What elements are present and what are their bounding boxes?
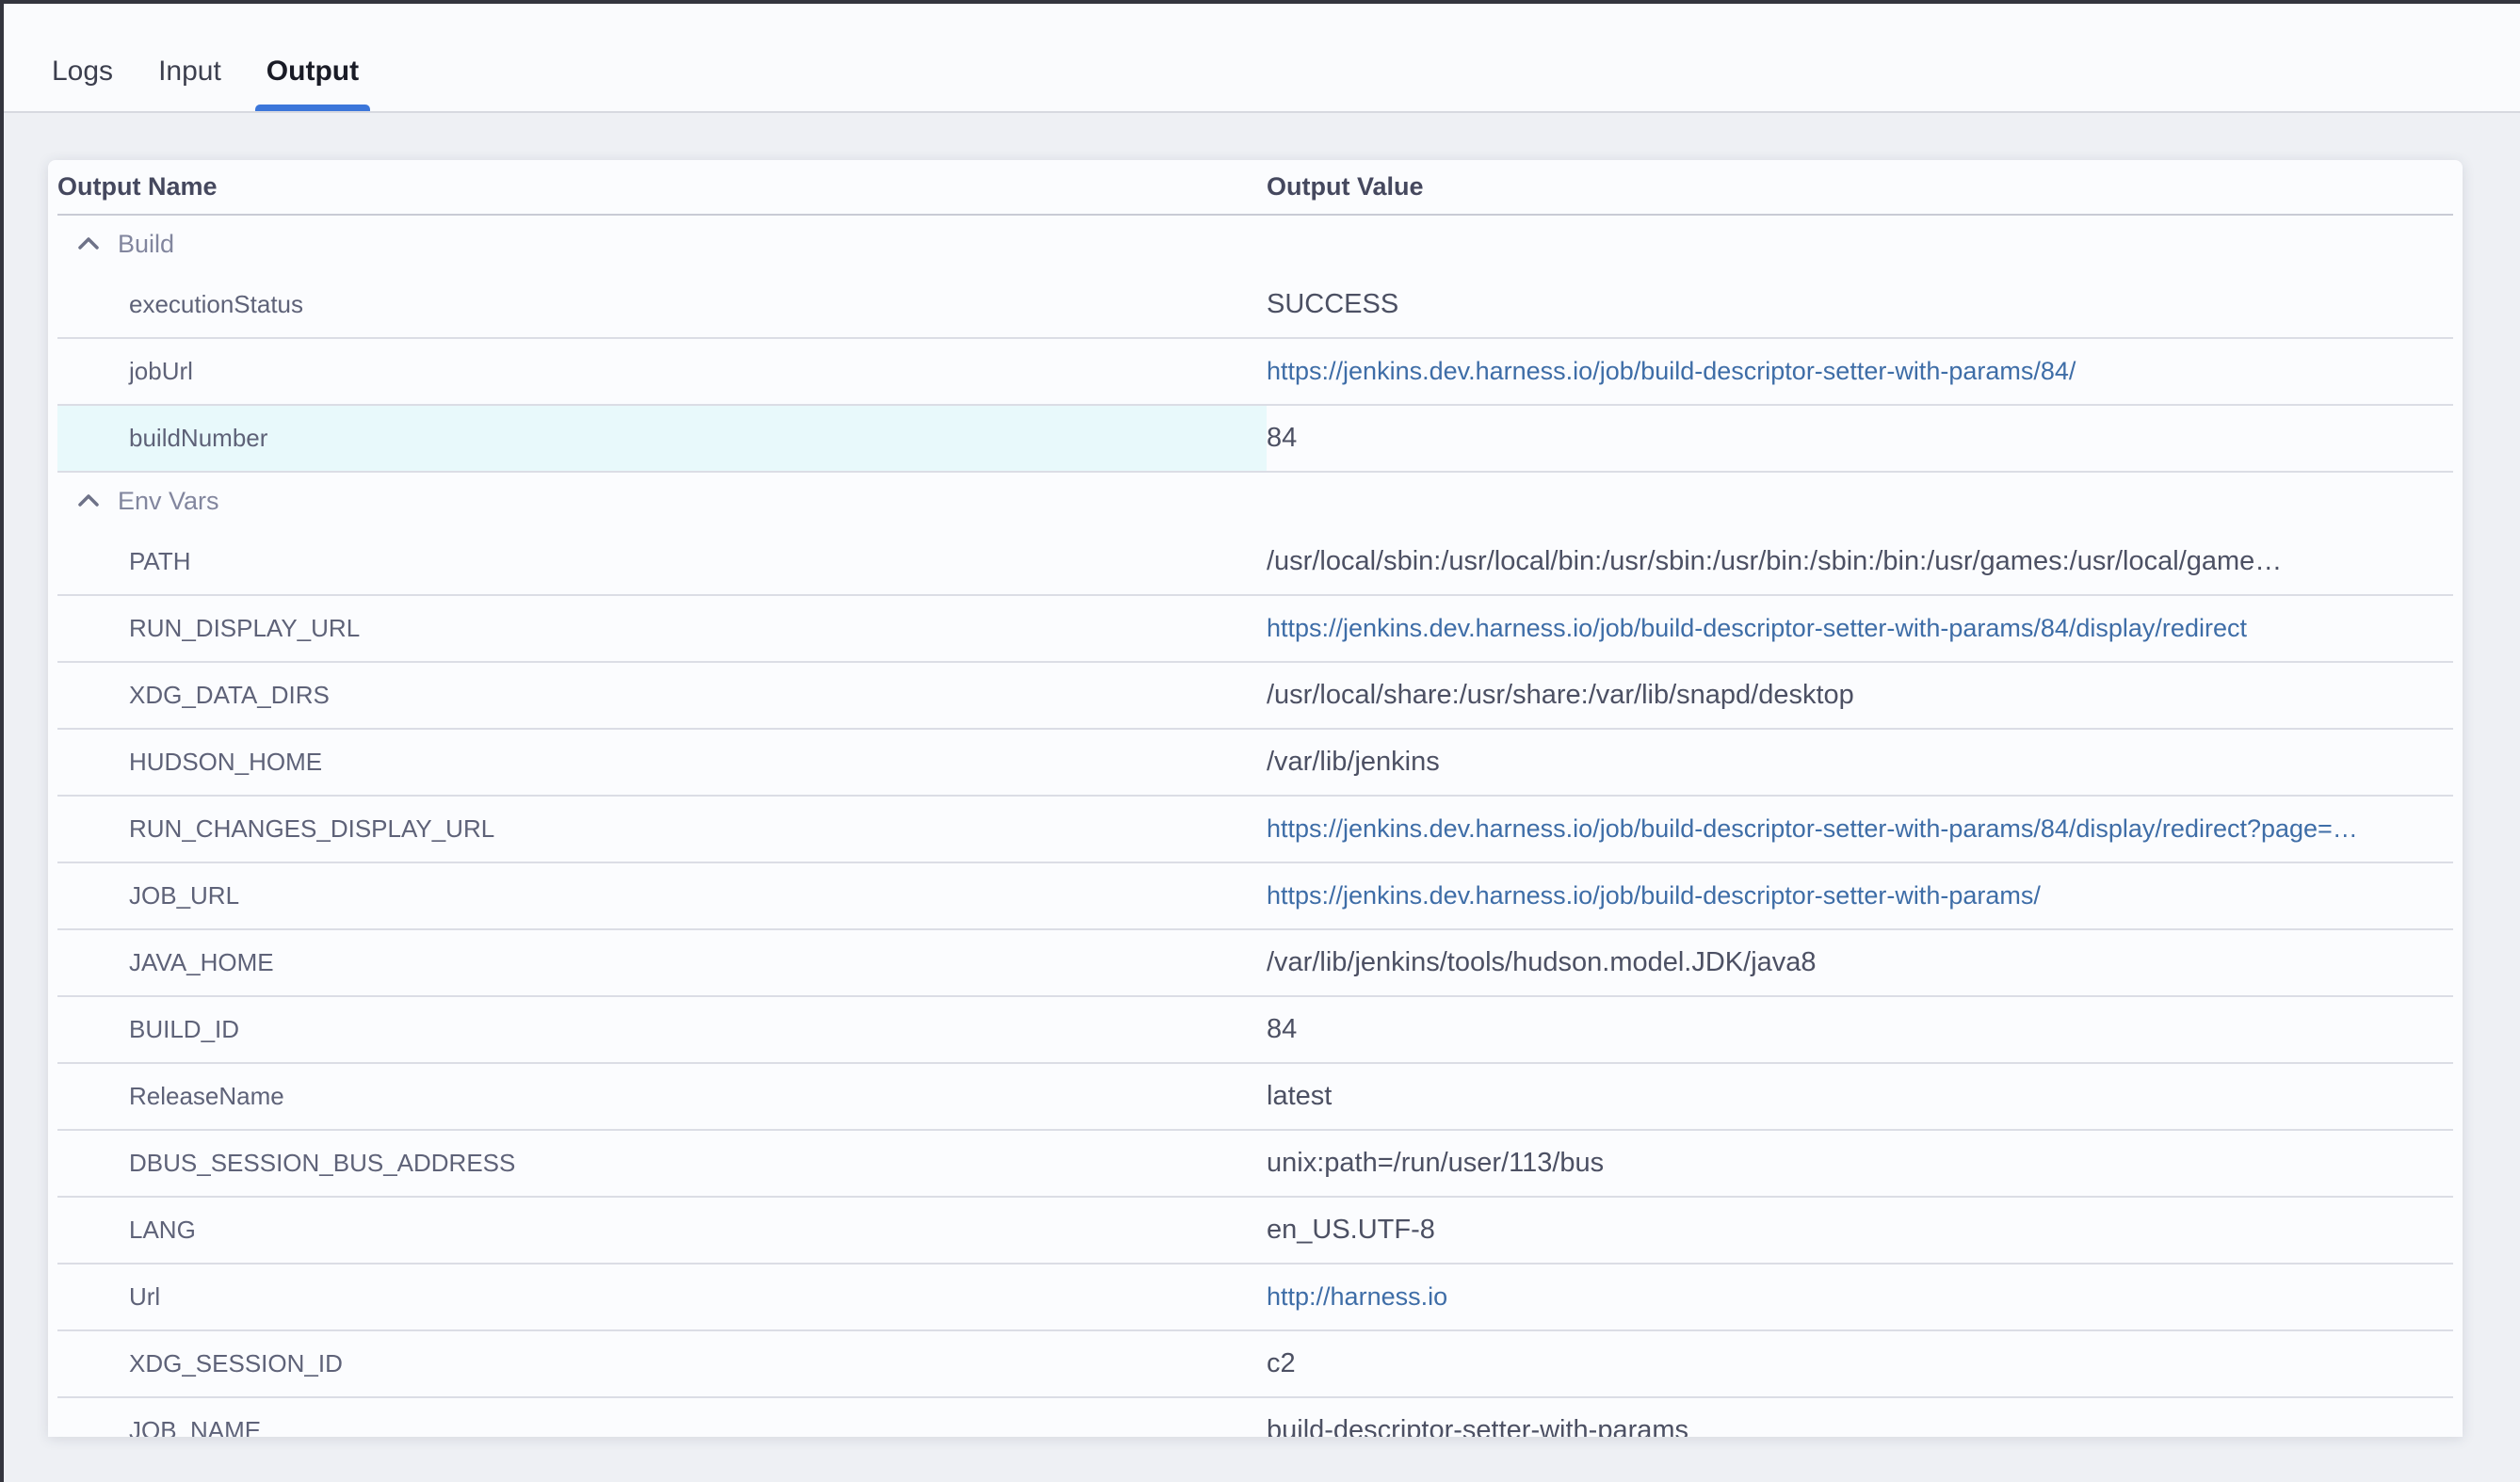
row-name: buildNumber <box>57 406 1267 471</box>
table-row: JOB_NAMEbuild-descriptor-setter-with-par… <box>57 1398 2453 1437</box>
row-name: LANG <box>57 1198 1267 1263</box>
page-root: { "colors": { "accent": "#3b76da", "link… <box>0 0 2520 1482</box>
row-name: BUILD_ID <box>57 997 1267 1062</box>
section-label: Env Vars <box>118 487 219 516</box>
table-row: JAVA_HOME/var/lib/jenkins/tools/hudson.m… <box>57 930 2453 997</box>
tab-bar: Logs Input Output <box>4 4 2520 113</box>
table-row: Urlhttp://harness.io <box>57 1265 2453 1331</box>
content-area: Output Name Output Value Build executionS… <box>4 113 2520 1437</box>
row-value: SUCCESS <box>1267 289 1398 319</box>
table-row: executionStatusSUCCESS <box>57 272 2453 339</box>
section-label: Build <box>118 230 174 259</box>
table-row: XDG_SESSION_IDc2 <box>57 1331 2453 1398</box>
row-value: en_US.UTF-8 <box>1267 1215 1435 1245</box>
tab-output-label: Output <box>267 56 359 88</box>
table-row: ReleaseNamelatest <box>57 1064 2453 1131</box>
row-value: unix:path=/run/user/113/bus <box>1267 1148 1604 1178</box>
table-row: RUN_DISPLAY_URLhttps://jenkins.dev.harne… <box>57 596 2453 663</box>
row-value: c2 <box>1267 1348 1296 1378</box>
row-value: /usr/local/sbin:/usr/local/bin:/usr/sbin… <box>1267 546 2282 576</box>
column-header-output-name: Output Name <box>57 172 1267 201</box>
table-row: jobUrlhttps://jenkins.dev.harness.io/job… <box>57 339 2453 406</box>
row-value: build-descriptor-setter-with-params <box>1267 1415 1688 1437</box>
table-row: BUILD_ID84 <box>57 997 2453 1064</box>
row-name: XDG_SESSION_ID <box>57 1331 1267 1396</box>
row-name: HUDSON_HOME <box>57 730 1267 795</box>
row-name: executionStatus <box>57 272 1267 337</box>
row-value: latest <box>1267 1081 1332 1111</box>
table-row: HUDSON_HOME/var/lib/jenkins <box>57 730 2453 797</box>
tab-input-label: Input <box>158 56 221 88</box>
row-name: JAVA_HOME <box>57 930 1267 995</box>
table-row: LANGen_US.UTF-8 <box>57 1198 2453 1265</box>
table-row: JOB_URLhttps://jenkins.dev.harness.io/jo… <box>57 863 2453 930</box>
section-toggle-env-vars[interactable]: Env Vars <box>57 487 1267 516</box>
row-name: PATH <box>57 529 1267 594</box>
table-body: BuildexecutionStatusSUCCESSjobUrlhttps:/… <box>48 216 2463 1437</box>
chevron-up-icon <box>74 490 103 512</box>
tab-logs[interactable]: Logs <box>40 32 124 111</box>
row-value: 84 <box>1267 1014 1297 1044</box>
table-row: DBUS_SESSION_BUS_ADDRESSunix:path=/run/u… <box>57 1131 2453 1198</box>
row-value-link[interactable]: https://jenkins.dev.harness.io/job/build… <box>1267 614 2247 642</box>
column-header-output-value: Output Value <box>1267 172 2453 201</box>
table-row: RUN_CHANGES_DISPLAY_URLhttps://jenkins.d… <box>57 797 2453 863</box>
row-value-link[interactable]: https://jenkins.dev.harness.io/job/build… <box>1267 881 2041 910</box>
row-name: XDG_DATA_DIRS <box>57 663 1267 728</box>
row-name: jobUrl <box>57 339 1267 404</box>
row-value-link[interactable]: http://harness.io <box>1267 1282 1447 1311</box>
row-name: JOB_URL <box>57 863 1267 928</box>
output-table-card: Output Name Output Value Build executionS… <box>48 160 2463 1437</box>
row-value: /var/lib/jenkins/tools/hudson.model.JDK/… <box>1267 947 1817 977</box>
section-row-env-vars: Env Vars <box>57 473 2453 529</box>
tab-input[interactable]: Input <box>147 32 233 111</box>
table-header-row: Output Name Output Value <box>57 160 2453 216</box>
row-name: ReleaseName <box>57 1064 1267 1129</box>
section-toggle-build[interactable]: Build <box>57 230 1267 259</box>
row-name: DBUS_SESSION_BUS_ADDRESS <box>57 1131 1267 1196</box>
row-name: RUN_CHANGES_DISPLAY_URL <box>57 797 1267 862</box>
table-row: buildNumber84 <box>57 406 2453 473</box>
row-name: Url <box>57 1265 1267 1329</box>
table-row: XDG_DATA_DIRS/usr/local/share:/usr/share… <box>57 663 2453 730</box>
table-row: PATH/usr/local/sbin:/usr/local/bin:/usr/… <box>57 529 2453 596</box>
row-value-link[interactable]: https://jenkins.dev.harness.io/job/build… <box>1267 357 2076 385</box>
tab-output[interactable]: Output <box>255 32 370 111</box>
tab-logs-label: Logs <box>52 56 113 88</box>
chevron-up-icon <box>74 233 103 255</box>
row-value: /var/lib/jenkins <box>1267 747 1440 777</box>
row-value: 84 <box>1267 423 1297 453</box>
row-name: RUN_DISPLAY_URL <box>57 596 1267 661</box>
row-value-link[interactable]: https://jenkins.dev.harness.io/job/build… <box>1267 814 2358 843</box>
row-value: /usr/local/share:/usr/share:/var/lib/sna… <box>1267 680 1854 710</box>
section-row-build: Build <box>57 216 2453 272</box>
row-name: JOB_NAME <box>57 1398 1267 1437</box>
